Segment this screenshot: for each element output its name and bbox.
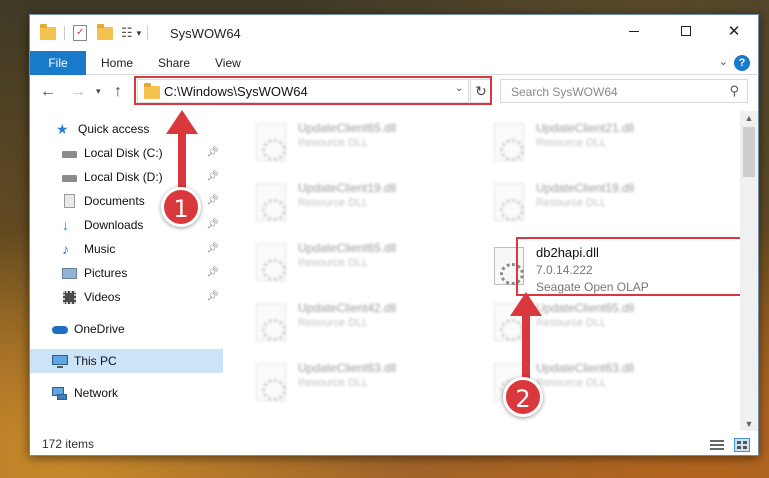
arrow-up-2 [510, 292, 542, 392]
annotation-arrows [166, 110, 542, 392]
step-badge-2: 2 [503, 377, 543, 417]
step-badge-1: 1 [161, 187, 201, 227]
